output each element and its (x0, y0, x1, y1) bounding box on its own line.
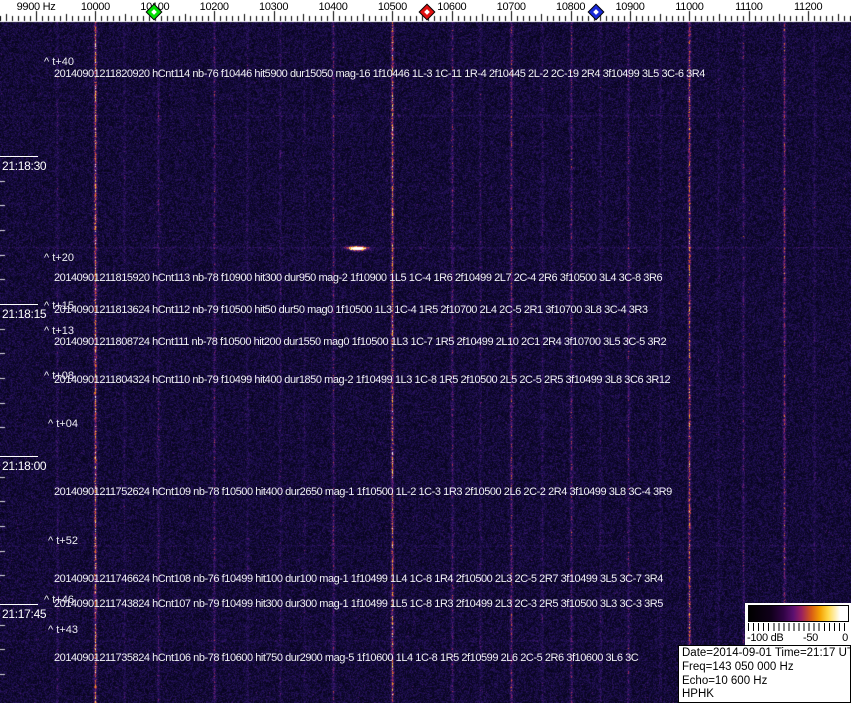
event-marker: ^ t+40 (44, 56, 74, 68)
ruler-label: 10800 (556, 1, 585, 13)
ruler-label: 11100 (735, 1, 762, 13)
frequency-ruler: 9900 Hz100001010010200103001040010500106… (0, 0, 851, 22)
ruler-label: 10700 (497, 1, 526, 13)
detection-log-line: 20140901211808724 hCnt111 nb-78 f10500 h… (54, 336, 666, 348)
detection-log-line: 20140901211743824 hCnt107 nb-79 f10499 h… (54, 598, 663, 610)
colorbar-ticks (748, 623, 849, 631)
detection-log-line: 20140901211746624 hCnt108 nb-76 f10499 h… (54, 573, 663, 585)
colorbar-label-mid: -50 (803, 632, 818, 644)
info-station-id: HPHK (682, 688, 850, 702)
colorbar-gradient (748, 605, 849, 622)
ruler-label: 10600 (437, 1, 466, 13)
detection-log-line: 20140901211804324 hCnt110 nb-79 f10499 h… (54, 374, 670, 386)
ruler-label: 10200 (200, 1, 229, 13)
time-tick-line (0, 604, 38, 605)
detection-log-line: 20140901211752624 hCnt109 nb-78 f10500 h… (54, 486, 672, 498)
detection-log-line: 20140901211815920 hCnt113 nb-78 f10900 h… (54, 272, 662, 284)
spectrogram-app-window: 9900 Hz100001010010200103001040010500106… (0, 0, 851, 703)
time-label: 21:18:30 (2, 159, 46, 173)
ruler-label: 10000 (81, 1, 110, 13)
ruler-label: 9900 Hz (17, 1, 56, 13)
ruler-label: 10500 (378, 1, 407, 13)
time-label: 21:18:15 (2, 307, 46, 321)
detection-log-line: 20140901211820920 hCnt114 nb-76 f10446 h… (54, 68, 705, 80)
event-marker: ^ t+43 (48, 624, 78, 636)
info-date-time: Date=2014-09-01 Time=21:17 UTC (682, 647, 850, 661)
colorbar: -100 dB -50 0 (745, 603, 851, 648)
marker-red-diamond[interactable] (420, 5, 434, 19)
detection-log-line: 20140901211735824 hCnt106 nb-78 f10600 h… (54, 652, 638, 664)
ruler-label: 11000 (675, 1, 703, 13)
ruler-label: 10400 (318, 1, 347, 13)
time-label: 21:18:00 (2, 459, 46, 473)
event-marker: ^ t+20 (44, 252, 74, 264)
event-marker: ^ t+04 (48, 418, 78, 430)
colorbar-label-max: 0 (842, 632, 848, 644)
detection-log-line: 20140901211813624 hCnt112 nb-79 f10500 h… (54, 304, 648, 316)
time-tick-line (0, 456, 38, 457)
ruler-label: 10900 (615, 1, 644, 13)
info-echo: Echo=10 600 Hz (682, 675, 850, 689)
ruler-label: 10300 (259, 1, 288, 13)
marker-blue-diamond[interactable] (589, 5, 603, 19)
ruler-label: 11200 (794, 1, 822, 13)
event-marker: ^ t+52 (48, 535, 78, 547)
info-frequency: Freq=143 050 000 Hz (682, 661, 850, 675)
info-box: Date=2014-09-01 Time=21:17 UTC Freq=143 … (678, 645, 851, 703)
time-tick-line (0, 304, 38, 305)
colorbar-label-min: -100 dB (747, 632, 783, 644)
time-label: 21:17:45 (2, 607, 46, 621)
time-tick-line (0, 156, 38, 157)
